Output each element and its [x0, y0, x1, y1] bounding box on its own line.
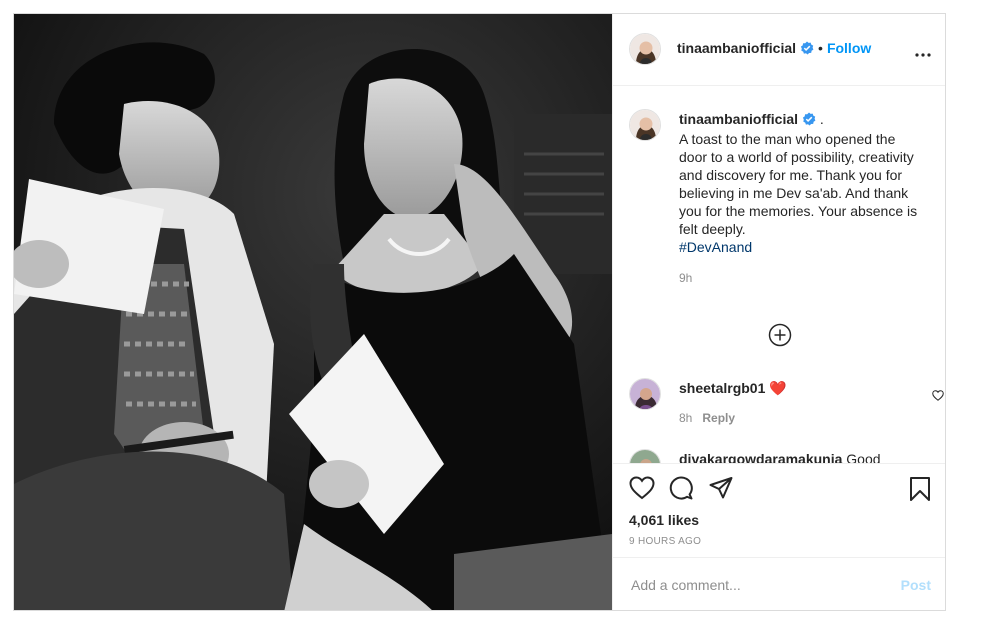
caption-lead: . — [819, 111, 824, 127]
more-options-icon[interactable] — [915, 44, 931, 62]
share-paper-plane-icon[interactable] — [709, 476, 733, 505]
reply-button[interactable]: Reply — [702, 411, 735, 425]
comment-item: sheetalrgb01 ❤️ 8h Reply — [629, 378, 944, 428]
verified-badge-icon — [802, 112, 816, 130]
profile-photo — [630, 110, 660, 140]
comments-section[interactable]: tinaambaniofficial . A toast to the man … — [613, 87, 945, 463]
commenter-avatar[interactable] — [629, 449, 661, 463]
comment-item: divakargowdaramakunja Good — [629, 449, 934, 463]
comment-text: ❤️ — [769, 380, 787, 396]
bookmark-icon[interactable] — [909, 476, 931, 507]
commenter-avatar[interactable] — [629, 378, 661, 410]
comment-line: sheetalrgb01 ❤️ — [679, 380, 787, 397]
comment-line: divakargowdaramakunja Good — [679, 451, 881, 463]
instagram-post: tinaambaniofficial • Follow tinaambanioffi… — [13, 13, 946, 611]
comment-username[interactable]: divakargowdaramakunja — [679, 451, 842, 463]
caption-avatar[interactable] — [629, 109, 661, 141]
comment-like-heart-icon[interactable] — [932, 388, 944, 406]
comment-text: Good — [846, 451, 881, 463]
post-header: tinaambaniofficial • Follow — [613, 14, 945, 86]
post-comment-button[interactable]: Post — [901, 577, 931, 593]
load-more-comments-icon[interactable] — [768, 323, 792, 352]
separator-dot: • — [818, 40, 823, 56]
header-username[interactable]: tinaambaniofficial — [677, 40, 796, 56]
avatar[interactable] — [629, 33, 661, 65]
commenter-photo — [630, 450, 660, 463]
commenter-photo — [630, 379, 660, 409]
post-sidebar: tinaambaniofficial • Follow tinaambanioffi… — [612, 14, 945, 610]
follow-button[interactable]: Follow — [827, 40, 871, 56]
verified-badge-icon — [800, 41, 814, 58]
caption-time[interactable]: 9h — [679, 271, 692, 285]
comment-time[interactable]: 8h — [679, 411, 692, 425]
header-user-row: tinaambaniofficial • Follow — [677, 40, 871, 58]
post-actions: 4,061 likes 9 HOURS AGO — [613, 463, 945, 557]
caption-username[interactable]: tinaambaniofficial — [679, 111, 798, 127]
caption: tinaambaniofficial . A toast to the man … — [679, 110, 919, 287]
hashtag-link[interactable]: #DevAnand — [679, 239, 752, 255]
add-comment-input[interactable] — [629, 576, 883, 594]
like-heart-icon[interactable] — [629, 476, 655, 505]
likes-count[interactable]: 4,061 likes — [629, 512, 699, 528]
post-timestamp[interactable]: 9 HOURS AGO — [629, 536, 701, 547]
comment-bubble-icon[interactable] — [669, 476, 693, 505]
comment-meta: 8h Reply — [679, 411, 735, 425]
caption-text: A toast to the man who opened the door t… — [679, 131, 918, 237]
profile-photo — [630, 34, 660, 64]
add-comment-bar: Post — [613, 557, 945, 610]
post-photo[interactable] — [14, 14, 612, 610]
comment-username[interactable]: sheetalrgb01 — [679, 380, 765, 396]
black-and-white-photo — [14, 14, 612, 610]
